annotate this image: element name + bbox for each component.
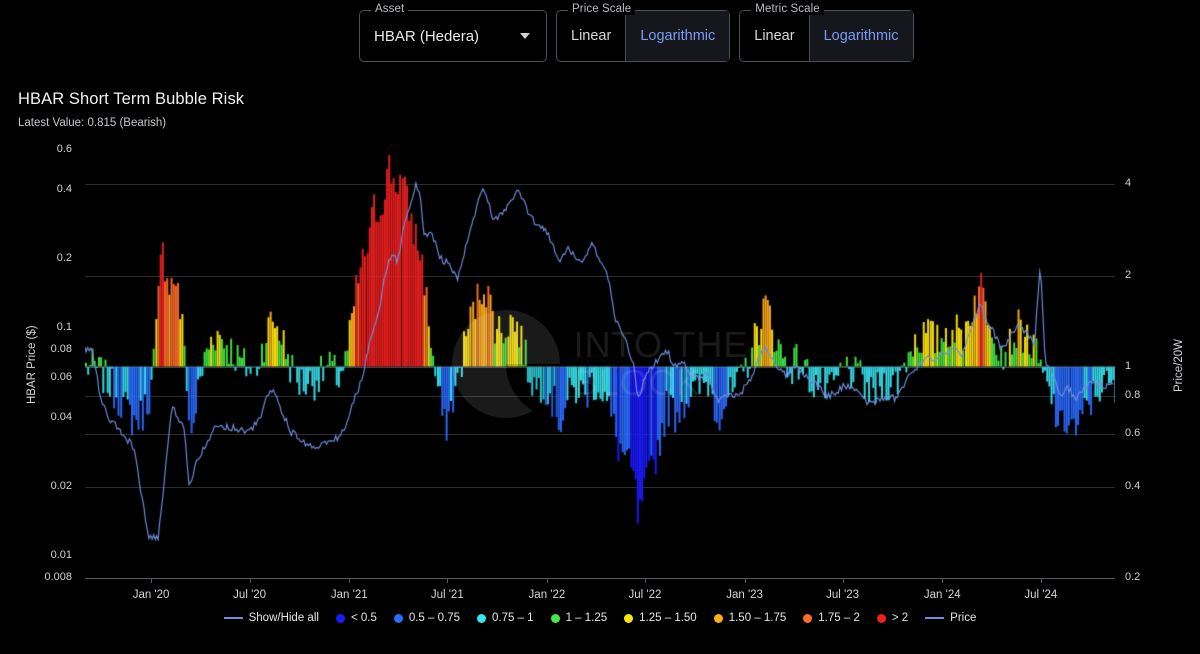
legend-item-label: < 0.5 [351,612,377,624]
y2-axis-tick-label: 0.4 [1125,480,1140,492]
legend-show-hide-all-label: Show/Hide all [249,612,319,624]
x-axis-tick [447,578,448,583]
legend-item-2[interactable]: 0.75 – 1 [477,612,534,624]
x-axis-tick-label: Jul '20 [233,589,266,601]
price-scale-legend: Price Scale [568,3,635,15]
legend-item-label: 1.50 – 1.75 [729,612,787,624]
x-axis-tick [843,578,844,583]
chart-legend: Show/Hide all < 0.5 0.5 – 0.75 0.75 – 1 1 –… [0,612,1200,624]
y2-axis-tick-label: 0.6 [1125,427,1140,439]
x-axis-tick-label: Jul '24 [1024,589,1057,601]
legend-item-label: 0.5 – 0.75 [409,612,460,624]
legend-swatch-icon [624,614,633,623]
legend-swatch-icon [477,614,486,623]
legend-item-6[interactable]: 1.75 – 2 [803,612,860,624]
x-axis-tick-label: Jul '23 [826,589,859,601]
asset-selector[interactable]: Asset HBAR (Hedera) [359,10,547,62]
legend-swatch-icon [394,614,403,623]
y-axis-tick-label: 0.6 [0,143,72,155]
legend-swatch-icon [336,614,345,623]
y-axis-tick-label: 0.4 [0,183,72,195]
y2-axis-tick-label: 4 [1125,177,1131,189]
x-axis-tick-label: Jul '21 [431,589,464,601]
price-scale-linear-button[interactable]: Linear [557,11,625,61]
legend-item-price[interactable]: Price [925,612,976,624]
legend-item-3[interactable]: 1 – 1.25 [551,612,608,624]
legend-swatch-icon [714,614,723,623]
legend-swatch-icon [551,614,560,623]
legend-item-price-label: Price [950,612,976,624]
legend-item-label: 1.25 – 1.50 [639,612,697,624]
y-axis-tick-label: 0.008 [0,571,72,583]
x-axis-tick [349,578,350,583]
legend-swatch-icon [803,614,812,623]
legend-item-label: 1.75 – 2 [818,612,860,624]
metric-scale-linear-button[interactable]: Linear [740,11,808,61]
asset-legend: Asset [371,3,408,15]
chart-container: 0.0080.010.020.040.060.080.10.20.40.60.2… [0,140,1200,595]
x-axis-tick [745,578,746,583]
legend-item-0[interactable]: < 0.5 [336,612,377,624]
y2-axis-tick-label: 0.2 [1125,571,1140,583]
metric-scale-logarithmic-button[interactable]: Logarithmic [810,11,913,61]
asset-selected-value: HBAR (Hedera) [360,28,520,45]
y2-axis-tick-label: 0.8 [1125,389,1140,401]
x-axis-tick [645,578,646,583]
x-axis-tick-label: Jan '24 [924,589,961,601]
x-axis-tick [250,578,251,583]
x-axis-tick-label: Jan '23 [726,589,763,601]
legend-item-4[interactable]: 1.25 – 1.50 [624,612,697,624]
controls-bar: Asset HBAR (Hedera) Price Scale Linear L… [359,10,914,62]
chevron-down-icon[interactable] [520,33,530,39]
legend-item-5[interactable]: 1.50 – 1.75 [714,612,787,624]
page-title: HBAR Short Term Bubble Risk [18,90,244,109]
x-axis-tick [151,578,152,583]
x-axis-tick-label: Jul '22 [628,589,661,601]
y-axis-tick-label: 0.04 [0,411,72,423]
x-axis-tick-label: Jan '21 [331,589,368,601]
y-axis-title: HBAR Price ($) [26,325,38,404]
x-axis-line [85,578,1115,579]
x-axis-tick [942,578,943,583]
chart-plot-area: INTO THE BLOCK [85,150,1115,578]
x-axis-tick-label: Jan '20 [133,589,170,601]
legend-line-icon [224,617,243,619]
x-axis-tick-label: Jan '22 [529,589,566,601]
legend-price-line-icon [925,617,944,619]
metric-scale-legend: Metric Scale [751,3,823,15]
y2-axis-title: Price/20W [1173,339,1185,392]
y2-axis-tick-label: 2 [1125,269,1131,281]
price-scale-logarithmic-button[interactable]: Logarithmic [626,11,729,61]
legend-show-hide-all[interactable]: Show/Hide all [224,612,319,624]
metric-scale-toggle: Metric Scale Linear Logarithmic [739,10,913,62]
y-axis-tick-label: 0.01 [0,549,72,561]
x-axis-tick [1041,578,1042,583]
legend-item-1[interactable]: 0.5 – 0.75 [394,612,460,624]
y-axis-tick-label: 0.02 [0,480,72,492]
price-scale-toggle: Price Scale Linear Logarithmic [556,10,730,62]
y-axis-tick-label: 0.2 [0,252,72,264]
latest-value-subtitle: Latest Value: 0.815 (Bearish) [18,117,166,129]
x-axis-tick [547,578,548,583]
legend-item-7[interactable]: > 2 [877,612,908,624]
legend-item-label: > 2 [892,612,908,624]
y2-axis-tick-label: 1 [1125,360,1131,372]
chart-canvas [85,150,1115,578]
legend-swatch-icon [877,614,886,623]
legend-item-label: 1 – 1.25 [566,612,608,624]
legend-item-label: 0.75 – 1 [492,612,534,624]
